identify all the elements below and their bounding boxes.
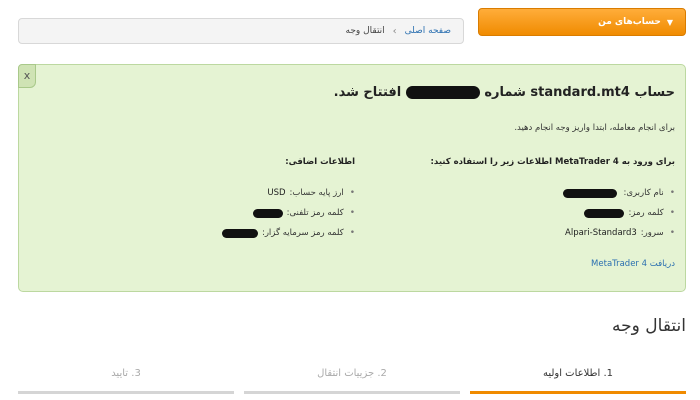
login-server-value: Alpari-Standard3 — [565, 228, 637, 238]
caret-down-icon: ▼ — [666, 17, 673, 27]
bullet-icon: • — [349, 228, 355, 238]
notice-title: حساب standard.mt4 شماره افتتاح شد. — [334, 85, 675, 100]
account-opened-notice: x حساب standard.mt4 شماره افتتاح شد. برا… — [18, 64, 686, 292]
redacted-investor-password — [221, 228, 258, 238]
redacted-username — [563, 188, 618, 198]
step-transfer-details[interactable]: 2. جزییات انتقال — [244, 364, 460, 394]
notice-subtitle: برای انجام معامله، ابتدا واریز وجه انجام… — [514, 123, 675, 133]
page-title: انتقال وجه — [612, 316, 686, 336]
bullet-icon: • — [349, 188, 355, 198]
login-info-list: • نام کاربری: • کلمه رمز: • سرور: Alpari… — [563, 183, 675, 243]
login-server-label: سرور: — [640, 228, 664, 238]
notice-title-suffix: افتتاح شد. — [333, 85, 402, 100]
list-item: • کلمه رمز تلفنی: — [222, 203, 355, 223]
notice-title-prefix: حساب standard.mt4 شماره — [484, 85, 675, 100]
breadcrumb-separator-icon: › — [392, 25, 397, 37]
list-item: • نام کاربری: — [563, 183, 675, 203]
close-notice-button[interactable]: x — [18, 64, 36, 88]
step-confirm[interactable]: 3. تایید — [18, 364, 234, 394]
download-metatrader-link[interactable]: دریافت MetaTrader 4 — [591, 259, 675, 269]
wizard-steps: 1. اطلاعات اولیه 2. جزییات انتقال 3. تای… — [18, 364, 686, 394]
breadcrumb-current: انتقال وجه — [345, 26, 385, 36]
phone-password-label: کلمه رمز تلفنی: — [286, 208, 344, 218]
my-accounts-label: حساب‌های من — [598, 17, 661, 27]
my-accounts-menu-button[interactable]: ▼ حساب‌های من — [478, 8, 686, 36]
list-item: • کلمه رمز: — [563, 203, 675, 223]
extra-info-list: • ارز پایه حساب: USD • کلمه رمز تلفنی: •… — [221, 183, 355, 243]
step-initial-info[interactable]: 1. اطلاعات اولیه — [470, 364, 686, 394]
list-item: • کلمه رمز سرمایه گزار: — [221, 223, 355, 243]
breadcrumb: صفحه اصلی › انتقال وجه — [18, 18, 464, 44]
bullet-icon: • — [669, 228, 675, 238]
list-item: • سرور: Alpari-Standard3 — [563, 223, 675, 243]
login-password-label: کلمه رمز: — [628, 208, 664, 218]
breadcrumb-home-link[interactable]: صفحه اصلی — [405, 26, 451, 36]
base-currency-label: ارز پایه حساب: — [289, 188, 344, 198]
redacted-phone-password — [252, 208, 283, 218]
redacted-account-number — [405, 86, 480, 99]
login-username-label: نام کاربری: — [623, 188, 664, 198]
login-heading: برای ورود به MetaTrader 4 اطلاعات زیر را… — [430, 157, 675, 167]
investor-password-label: کلمه رمز سرمایه گزار: — [261, 228, 344, 238]
bullet-icon: • — [349, 208, 355, 218]
base-currency-value: USD — [267, 188, 286, 198]
bullet-icon: • — [669, 188, 675, 198]
redacted-password — [584, 208, 625, 218]
list-item: • ارز پایه حساب: USD — [222, 183, 355, 203]
bullet-icon: • — [669, 208, 675, 218]
extra-info-heading: اطلاعات اضافی: — [285, 157, 355, 167]
